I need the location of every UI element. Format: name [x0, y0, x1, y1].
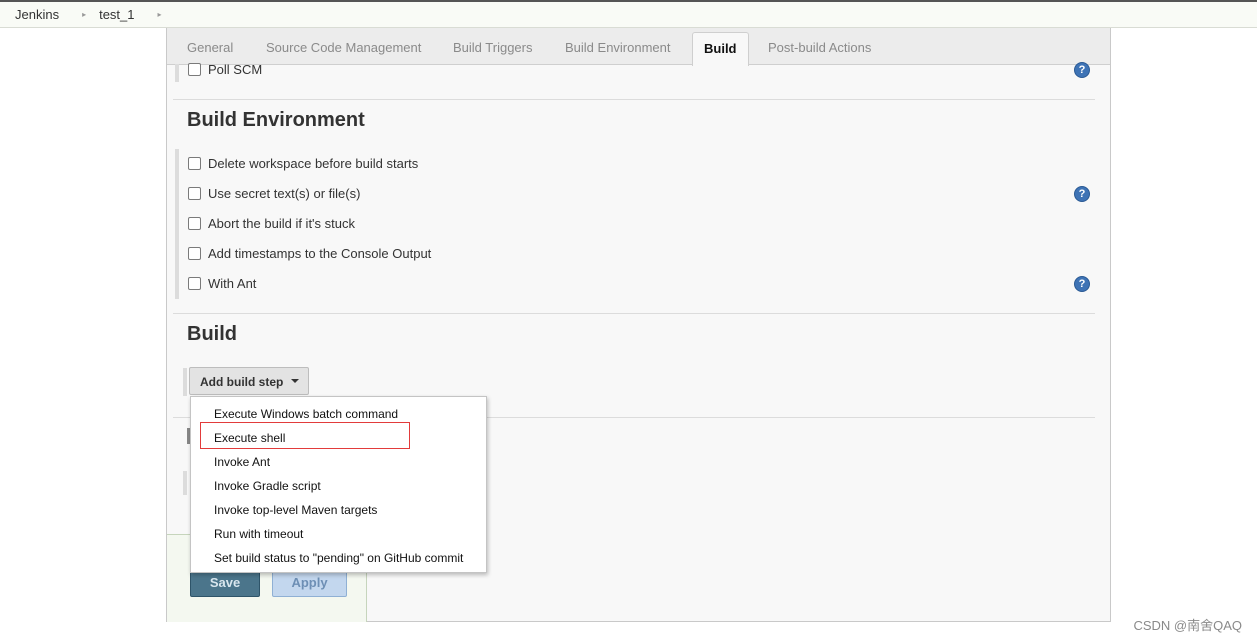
breadcrumb-test-1[interactable]: test_1 [95, 7, 138, 22]
tab-build-triggers[interactable]: Build Triggers [453, 40, 532, 55]
help-icon[interactable]: ? [1074, 276, 1090, 292]
tab-build-environment[interactable]: Build Environment [565, 40, 671, 55]
tab-build[interactable]: Build [692, 32, 749, 66]
section-indent-bar [175, 149, 179, 299]
add-build-step-button[interactable]: Add build step [189, 367, 309, 395]
section-indent-bar [183, 471, 187, 495]
abort-stuck-checkbox[interactable] [188, 217, 201, 230]
with-ant-checkbox[interactable] [188, 277, 201, 290]
tab-post-build-actions[interactable]: Post-build Actions [768, 40, 871, 55]
build-environment-title: Build Environment [187, 109, 365, 131]
watermark: CSDN @南舍QAQ [1133, 618, 1242, 633]
add-build-step-label: Add build step [200, 375, 284, 389]
poll-scm-checkbox[interactable] [188, 63, 201, 76]
section-divider [173, 313, 1095, 314]
with-ant-label: With Ant [208, 276, 257, 291]
option-with-ant: With Ant [188, 276, 256, 291]
option-timestamps: Add timestamps to the Console Output [188, 246, 431, 261]
tab-general[interactable]: General [187, 40, 233, 55]
breadcrumb: Jenkins ▸ test_1 ▸ [0, 0, 1257, 28]
highlight-box [200, 422, 410, 449]
poll-scm-option: Poll SCM [188, 62, 262, 77]
menu-item-invoke-ant[interactable]: Invoke Ant [214, 455, 270, 469]
menu-item-github-pending-status[interactable]: Set build status to "pending" on GitHub … [214, 551, 463, 565]
secret-text-checkbox[interactable] [188, 187, 201, 200]
config-tabbar: General Source Code Management Build Tri… [167, 28, 1110, 66]
help-icon[interactable]: ? [1074, 62, 1090, 78]
delete-workspace-checkbox[interactable] [188, 157, 201, 170]
menu-item-windows-batch[interactable]: Execute Windows batch command [214, 407, 398, 421]
breadcrumb-jenkins[interactable]: Jenkins [11, 7, 63, 22]
menu-item-invoke-gradle[interactable]: Invoke Gradle script [214, 479, 321, 493]
menu-item-invoke-maven[interactable]: Invoke top-level Maven targets [214, 503, 377, 517]
breadcrumb-separator-icon: ▸ [157, 10, 162, 19]
chevron-down-icon [291, 379, 299, 383]
section-indent-bar [175, 64, 179, 82]
poll-scm-label: Poll SCM [208, 62, 263, 77]
secret-text-label: Use secret text(s) or file(s) [208, 186, 361, 201]
help-icon[interactable]: ? [1074, 186, 1090, 202]
menu-item-run-with-timeout[interactable]: Run with timeout [214, 527, 303, 541]
section-indent-bar [183, 368, 187, 396]
build-title: Build [187, 323, 237, 345]
section-divider [173, 99, 1095, 100]
add-build-step-menu: Execute Windows batch command Execute sh… [190, 396, 487, 573]
option-delete-workspace: Delete workspace before build starts [188, 156, 418, 171]
abort-stuck-label: Abort the build if it's stuck [208, 216, 355, 231]
option-secret-text: Use secret text(s) or file(s) [188, 186, 360, 201]
timestamps-label: Add timestamps to the Console Output [208, 246, 432, 261]
breadcrumb-separator-icon: ▸ [82, 10, 87, 19]
option-abort-stuck: Abort the build if it's stuck [188, 216, 355, 231]
tab-source-code-management[interactable]: Source Code Management [266, 40, 421, 55]
timestamps-checkbox[interactable] [188, 247, 201, 260]
delete-workspace-label: Delete workspace before build starts [208, 156, 419, 171]
